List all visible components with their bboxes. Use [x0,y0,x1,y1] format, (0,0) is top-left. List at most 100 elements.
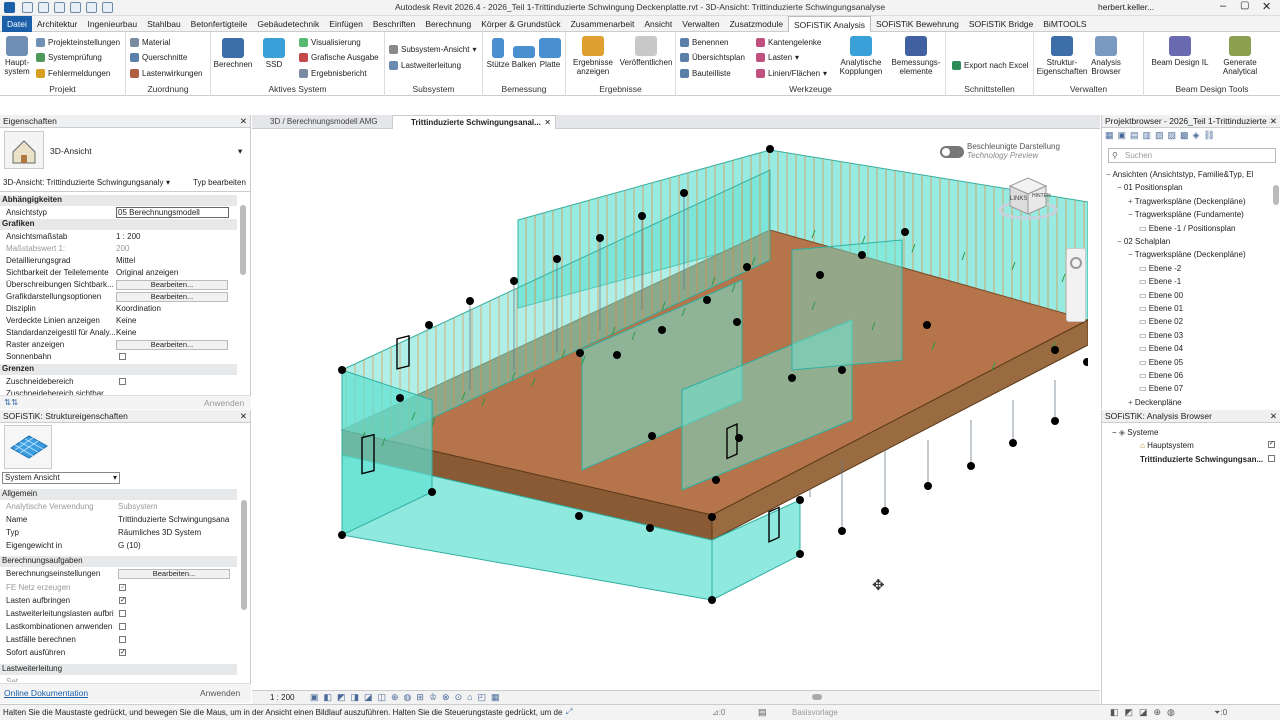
tab-bimtools[interactable]: BiMTOOLS [1038,16,1091,32]
browser-tree-item[interactable]: ▭ Ebene -1 / Positionsplan [1139,224,1236,233]
view-tab-active[interactable]: Trittinduzierte Schwingungsanal... ✕ [392,115,556,129]
tab-ingenieurbau[interactable]: Ingenieurbau [82,16,142,32]
lastweiterleitung-button[interactable]: Lastweiterleitung [389,61,461,70]
close-icon[interactable]: ✕ [1270,116,1277,126]
view-icon[interactable]: ▭ [1139,224,1149,233]
benennen-button[interactable]: Benennen [680,38,728,47]
section-lastweiterleitung[interactable]: Lastweiterleitung [0,664,237,675]
edit-grid-button[interactable]: Bearbeiten... [116,340,228,350]
uebersichtsplan-button[interactable]: Übersichtsplan [680,53,745,62]
scrollbar[interactable] [1273,185,1279,205]
edit-visibility-button[interactable]: Bearbeiten... [116,280,228,290]
edit-type-button[interactable]: Typ bearbeiten [193,178,246,187]
ergebnisse-anzeigen-button[interactable]: Ergebnisse anzeigen [568,36,618,76]
veroeffentlichen-button[interactable]: Veröffentlichen [618,36,674,67]
prop-value[interactable]: Räumliches 3D System [118,528,201,537]
linien-flaechen-button[interactable]: Linien/Flächen ▾ [756,69,827,78]
browser-tree-item[interactable]: − Tragwerkspläne (Deckenpläne) [1128,250,1246,259]
apply-button[interactable]: Anwenden [204,398,244,408]
scrollbar[interactable] [240,205,246,275]
collapse-icon[interactable]: − [1128,250,1135,259]
tree-item-systeme[interactable]: − ◈ Systeme [1112,428,1158,437]
properties-help-icon[interactable]: ⇅⇅ [4,397,18,408]
view-icon[interactable]: ▭ [1139,264,1149,273]
prop-value[interactable]: Mittel [116,256,135,265]
run-immediately-checkbox[interactable]: ✓ [119,649,126,656]
horizontal-scrollbar[interactable] [552,693,1082,701]
apply-loads-checkbox[interactable]: ✓ [119,597,126,604]
user-name[interactable]: herbert.keller... [1098,2,1154,12]
tab-berechnung[interactable]: Berechnung [420,16,476,32]
collapse-icon[interactable]: − [1117,183,1124,192]
crop-region-checkbox[interactable] [119,378,126,385]
view-icon[interactable]: ▭ [1139,371,1149,380]
chevron-down-icon[interactable]: ▾ [166,178,170,187]
platte-button[interactable]: Platte [537,38,563,69]
browser-tree-item[interactable]: − Tragwerkspläne (Fundamente) [1128,210,1244,219]
expand-icon[interactable]: + [1128,197,1135,206]
browser-tree-item[interactable]: − 02 Schalplan [1117,237,1170,246]
browser-tree-item[interactable]: ▭ Ebene 05 [1139,358,1183,367]
view-icon[interactable]: ▭ [1139,291,1149,300]
view-icon[interactable]: ▭ [1139,384,1149,393]
view-icon[interactable]: ▭ [1139,358,1149,367]
tree-item-hauptsystem[interactable]: ⌂ Hauptsystem [1140,441,1194,450]
navigation-bar[interactable] [1066,248,1086,322]
tab-gebaeudetechnik[interactable]: Gebäudetechnik [252,16,324,32]
tab-stahlbau[interactable]: Stahlbau [142,16,186,32]
tab-einfuegen[interactable]: Einfügen [324,16,368,32]
tab-sofistik-analysis[interactable]: SOFiSTiK Analysis [788,15,872,32]
view-control-icons[interactable]: ▣◧◩◨◪◫⊕◍⊞♔⊗⊙⌂◰▦ [310,692,505,703]
systempruefung-button[interactable]: Systemprüfung [36,53,102,62]
section-abhaengigkeiten[interactable]: Abhängigkeiten [0,195,237,206]
browser-tree-item[interactable]: − 01 Positionsplan [1117,183,1183,192]
calc-settings-button[interactable]: Bearbeiten... [118,569,230,579]
main-system-checkbox[interactable]: ✓ [1268,441,1275,448]
beam-design-il-button[interactable]: Beam Design IL [1148,36,1212,67]
browser-tree-item[interactable]: ▭ Ebene 00 [1139,291,1183,300]
close-button[interactable]: ✕ [1262,0,1271,13]
bemessungselemente-button[interactable]: Bemessungs- elemente [890,36,942,76]
system-name-input[interactable]: Trittinduzierte Schwingungsana [118,515,230,524]
apply-button[interactable]: Anwenden [200,688,240,698]
tab-sofistik-bewehrung[interactable]: SOFiSTiK Bewehrung [871,16,964,32]
tab-betonfertigteile[interactable]: Betonfertigteile [186,16,253,32]
close-icon[interactable]: ✕ [240,116,247,126]
expand-icon[interactable]: + [1128,398,1135,407]
stuetze-button[interactable]: Stütze [485,38,511,69]
tab-zusatzmodule[interactable]: Zusatzmodule [725,16,788,32]
fe-mesh-checkbox[interactable]: ✓ [119,584,126,591]
system-view-dropdown[interactable]: System Ansicht ▾ [2,472,120,484]
browser-tree-item[interactable]: ▭ Ebene 06 [1139,371,1183,380]
view-icon[interactable]: ▭ [1139,331,1149,340]
tab-ansicht[interactable]: Ansicht [639,16,677,32]
minimize-button[interactable]: – [1220,0,1226,12]
browser-toolbar-icons[interactable]: ▦▣▤▥▧▨▩◈⛓ [1105,130,1219,141]
browser-tree-item[interactable]: ▭ Ebene 03 [1139,331,1183,340]
sun-path-checkbox[interactable] [119,353,126,360]
hauptsystem-button[interactable]: Haupt- system [2,36,32,76]
collapse-icon[interactable]: − [1117,237,1124,246]
close-icon[interactable]: ✕ [544,118,551,127]
browser-search-input[interactable]: ⚲ Suchen [1108,148,1276,163]
instance-selector[interactable]: 3D-Ansicht: Trittinduzierte Schwingungsa… [3,178,164,187]
projekteinstellungen-button[interactable]: Projekteinstellungen [36,38,120,47]
design-option-select[interactable]: Basisvorlage [792,708,838,717]
generate-analytical-button[interactable]: Generate Analytical [1216,36,1264,76]
berechnen-button[interactable]: Berechnen [213,38,253,69]
load-combos-checkbox[interactable] [119,623,126,630]
view-icon[interactable]: ▭ [1139,344,1149,353]
material-button[interactable]: Material [130,38,170,47]
prop-value[interactable]: Original anzeigen [116,268,178,277]
section-berechnungsaufgaben[interactable]: Berechnungsaufgaben [0,556,237,567]
querschnitte-button[interactable]: Querschnitte [130,53,187,62]
selection-count[interactable]: ⊿:0 [712,708,725,717]
view-tab-amg[interactable]: 3D / Berechnungsmodell AMG [254,115,392,129]
view-template-input[interactable]: 05 Berechnungsmodell [116,207,229,218]
view-cube[interactable]: LINKS HINTEN [998,170,1058,220]
browser-tree-item[interactable]: ▭ Ebene 01 [1139,304,1183,313]
browser-tree-item[interactable]: ▭ Ebene 07 [1139,384,1183,393]
active-system-checkbox[interactable] [1268,455,1275,462]
prop-value[interactable]: G (10) [118,541,141,550]
ergebnisbericht-button[interactable]: Ergebnisbericht [299,69,367,78]
